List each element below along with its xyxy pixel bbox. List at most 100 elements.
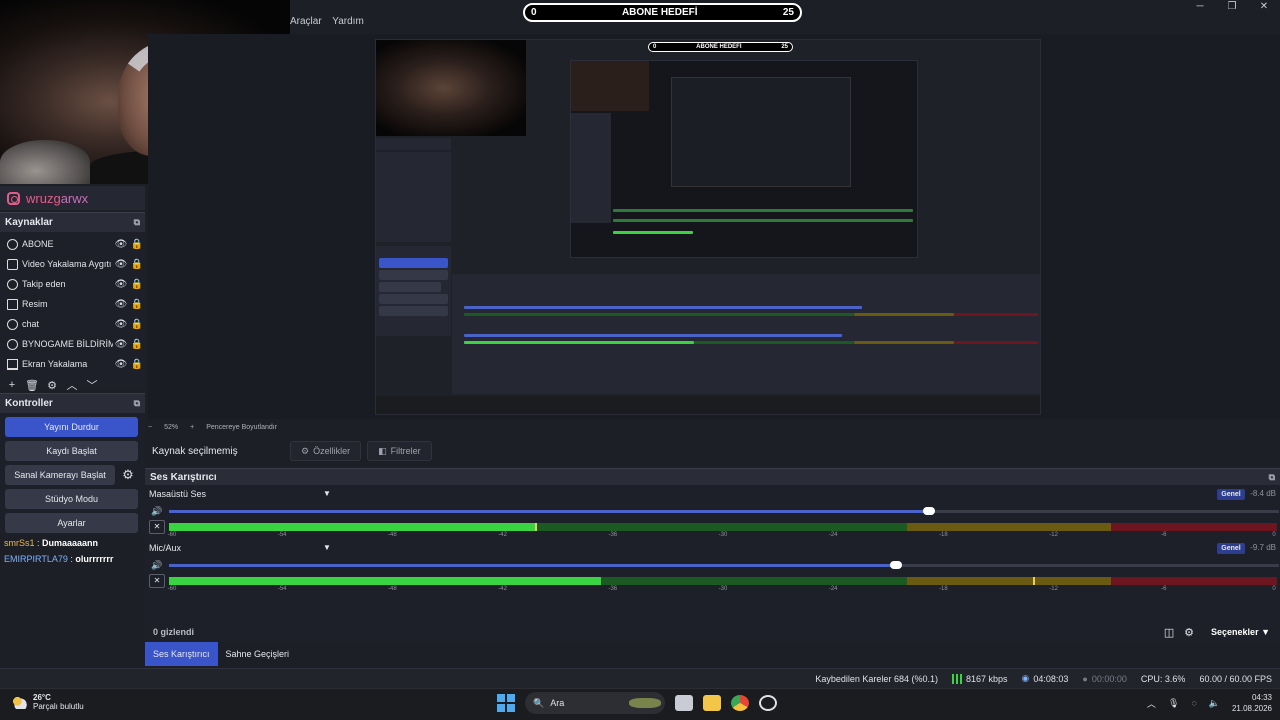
source-item-abone[interactable]: ABONE 👁 🔒 xyxy=(0,234,145,254)
zoom-in-button[interactable]: + xyxy=(190,424,194,431)
source-item-bynogame[interactable]: BYNOGAME BİLDİRİM 👁 🔒 xyxy=(0,334,145,354)
eye-icon[interactable]: 👁 xyxy=(113,339,129,350)
chevron-up-icon[interactable]: ︿ xyxy=(1147,697,1156,710)
tab-scene-transitions[interactable]: Sahne Geçişleri xyxy=(218,642,298,666)
volume-knob[interactable] xyxy=(890,561,903,569)
gear-icon[interactable]: ⚙ xyxy=(45,379,59,392)
close-button[interactable]: ✕ xyxy=(1248,0,1280,14)
gear-icon[interactable]: ⚙ xyxy=(1179,626,1199,639)
browser-icon xyxy=(7,318,18,330)
lock-icon[interactable]: 🔒 xyxy=(129,259,145,270)
taskbar-search[interactable]: 🔍 Ara xyxy=(525,692,665,714)
sources-dock: Kaynaklar ⧉ ABONE 👁 🔒 Video Yakalama Aygıt… xyxy=(0,212,145,393)
source-label: BYNOGAME BİLDİRİM xyxy=(22,339,113,349)
chevron-up-icon[interactable]: ︿ xyxy=(65,377,79,393)
add-icon[interactable]: + xyxy=(5,379,19,391)
scale-tick: -24 xyxy=(828,586,838,592)
fps: 60.00 / 60.00 FPS xyxy=(1199,673,1272,684)
volume-slider[interactable] xyxy=(169,561,1279,569)
mute-button[interactable]: ✕ xyxy=(149,520,165,534)
nested-settings-button xyxy=(379,306,448,316)
speaker-icon[interactable]: 🔊 xyxy=(151,560,162,571)
layout-icon[interactable]: ◫ xyxy=(1159,626,1179,639)
source-label: chat xyxy=(22,319,40,329)
clock[interactable]: 04:33 21.08.2026 xyxy=(1232,692,1272,714)
start-virtual-camera-button[interactable]: Sanal Kamerayı Başlat xyxy=(5,465,115,485)
brand-label: wruzg arwx xyxy=(0,186,145,210)
filters-button[interactable]: ◧ Filtreler xyxy=(367,441,432,461)
properties-button[interactable]: ⚙ Özellikler xyxy=(290,441,362,461)
fit-to-window-dropdown[interactable]: Pencereye Boyutlandır xyxy=(206,424,277,431)
brand-name-2: arwx xyxy=(60,190,89,206)
eye-icon[interactable]: 👁 xyxy=(113,239,129,250)
lock-icon[interactable]: 🔒 xyxy=(129,359,145,370)
source-item-display-capture[interactable]: Ekran Yakalama 👁 🔒 xyxy=(0,354,145,374)
lock-icon[interactable]: 🔒 xyxy=(129,299,145,310)
scale-tick: -6 xyxy=(1161,586,1167,592)
track-badge[interactable]: Genel xyxy=(1217,489,1245,500)
eye-icon[interactable]: 👁 xyxy=(113,319,129,330)
record-icon: ● xyxy=(1082,673,1088,684)
chevron-down-icon[interactable]: ﹀ xyxy=(85,377,99,393)
weather-widget[interactable]: 26°C Parçalı bulutlu xyxy=(11,693,84,711)
volume-icon[interactable]: 🔈 xyxy=(1209,698,1220,709)
track-db: -9.7 dB xyxy=(1250,543,1276,552)
minimize-button[interactable]: ─ xyxy=(1184,0,1216,14)
network-icon[interactable]: ◌ xyxy=(1191,698,1196,708)
settings-button[interactable]: Ayarlar xyxy=(5,513,138,533)
lock-icon[interactable]: 🔒 xyxy=(129,339,145,350)
undock-icon[interactable]: ⧉ xyxy=(1269,472,1275,483)
image-icon xyxy=(7,298,18,310)
eye-icon[interactable]: 👁 xyxy=(113,299,129,310)
start-recording-button[interactable]: Kaydı Başlat xyxy=(5,441,138,461)
microphone-icon[interactable]: 🎙 xyxy=(1168,698,1179,709)
source-item-image[interactable]: Resim 👁 🔒 xyxy=(0,294,145,314)
obs-icon[interactable] xyxy=(759,695,777,711)
gear-icon[interactable]: ⚙ xyxy=(118,467,138,483)
menu-tools[interactable]: Araçlar xyxy=(290,16,322,27)
eye-icon[interactable]: 👁 xyxy=(113,279,129,290)
eye-icon[interactable]: 👁 xyxy=(113,259,129,270)
sources-title: Kaynaklar xyxy=(5,217,53,228)
studio-mode-button[interactable]: Stüdyo Modu xyxy=(5,489,138,509)
undock-icon[interactable]: ⧉ xyxy=(134,398,140,409)
controls-header: Kontroller ⧉ xyxy=(0,393,145,413)
undock-icon[interactable]: ⧉ xyxy=(134,217,140,228)
lock-icon[interactable]: 🔒 xyxy=(129,239,145,250)
menu-help[interactable]: Yardım xyxy=(332,16,364,27)
source-item-chat[interactable]: chat 👁 🔒 xyxy=(0,314,145,334)
stop-stream-button[interactable]: Yayını Durdur xyxy=(5,417,138,437)
mute-button[interactable]: ✕ xyxy=(149,574,165,588)
options-dropdown[interactable]: Seçenekler ▼ xyxy=(1211,627,1270,637)
stream-time: ◉ 04:08:03 xyxy=(1022,673,1069,684)
tab-audio-mixer[interactable]: Ses Karıştırıcı xyxy=(145,642,218,666)
clock-date: 21.08.2026 xyxy=(1231,704,1272,713)
hidden-count: 0 gizlendi xyxy=(153,627,195,637)
chevron-down-icon[interactable]: ▼ xyxy=(323,543,331,552)
eye-icon[interactable]: 👁 xyxy=(113,359,129,370)
chrome-icon[interactable] xyxy=(731,695,749,711)
windows-start-icon[interactable] xyxy=(497,694,515,712)
source-label: Ekran Yakalama xyxy=(22,359,88,369)
lock-icon[interactable]: 🔒 xyxy=(129,279,145,290)
text-icon xyxy=(7,278,18,290)
task-view-icon[interactable] xyxy=(675,695,693,711)
volume-slider[interactable] xyxy=(169,507,1279,515)
nested-brand xyxy=(376,138,451,150)
zoom-out-button[interactable]: − xyxy=(148,424,152,431)
nested-studio-button xyxy=(379,294,448,304)
chevron-down-icon[interactable]: ▼ xyxy=(323,489,331,498)
file-explorer-icon[interactable] xyxy=(703,695,721,711)
gear-icon: ⚙ xyxy=(301,445,310,456)
audio-track: Mic/Aux ▼ Genel -9.7 dB 🔊 ✕ -60 -54 -48 -42… xyxy=(145,539,1280,593)
lock-icon[interactable]: 🔒 xyxy=(129,319,145,330)
scale-tick: -60 xyxy=(167,586,177,592)
maximize-button[interactable]: ❐ xyxy=(1216,0,1248,14)
volume-knob[interactable] xyxy=(923,507,936,515)
trash-icon[interactable]: 🗑 xyxy=(25,379,39,392)
source-item-followers[interactable]: Takip eden 👁 🔒 xyxy=(0,274,145,294)
track-badge[interactable]: Genel xyxy=(1217,543,1245,554)
speaker-icon[interactable]: 🔊 xyxy=(151,506,162,517)
zoom-bar: − 52% + Pencereye Boyutlandır xyxy=(148,421,277,433)
source-item-video-capture[interactable]: Video Yakalama Aygıtı 👁 🔒 xyxy=(0,254,145,274)
